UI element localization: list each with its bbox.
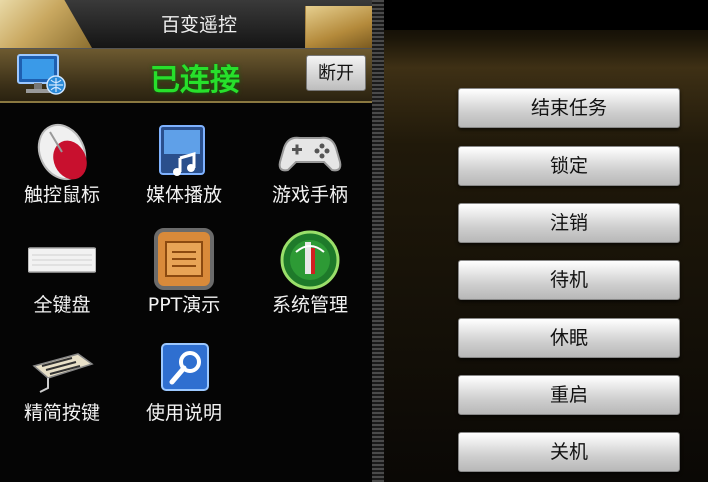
app-title: 百变遥控	[160, 14, 237, 36]
disconnect-button[interactable]: 断开	[306, 55, 366, 91]
standby-button[interactable]: 待机	[458, 260, 680, 300]
tile-ppt-presentation[interactable]: PPT演示	[124, 222, 244, 340]
tile-label: 触控鼠标	[23, 184, 100, 206]
gamepad-icon	[278, 136, 342, 172]
title-decoration-right	[305, 6, 372, 48]
help-search-icon	[161, 343, 209, 391]
title-decoration-left	[0, 0, 92, 48]
connection-status-bar: 已连接 断开	[0, 49, 372, 103]
media-player-icon	[159, 125, 205, 176]
tile-label: 全键盘	[33, 294, 91, 316]
panel-divider	[372, 0, 384, 482]
system-gauge-icon	[280, 230, 340, 290]
keyboard-icon	[28, 247, 96, 273]
tile-simple-keys[interactable]: 精简按键	[2, 330, 122, 448]
tile-label: 媒体播放	[145, 184, 222, 206]
top-strip	[384, 0, 708, 30]
tile-full-keyboard[interactable]: 全键盘	[2, 222, 122, 340]
tile-system-management[interactable]: 系统管理	[250, 222, 370, 340]
presentation-icon	[154, 228, 214, 290]
tile-gamepad[interactable]: 游戏手柄	[250, 112, 370, 230]
connection-status: 已连接	[150, 63, 240, 98]
tile-label: 使用说明	[145, 402, 222, 424]
lock-button[interactable]: 锁定	[458, 146, 680, 186]
title-bar: 百变遥控	[0, 0, 372, 49]
simple-keys-icon	[32, 353, 94, 393]
monitor-icon	[17, 54, 66, 95]
tile-label: PPT演示	[147, 294, 221, 316]
end-task-button[interactable]: 结束任务	[458, 88, 680, 128]
remote-menu-panel: 百变遥控 已连接 断开 触控鼠标 媒体播放 游戏手柄 全键盘 PPT演示 系统管…	[0, 0, 372, 482]
tile-touch-mouse[interactable]: 触控鼠标	[2, 112, 122, 230]
tile-user-guide[interactable]: 使用说明	[124, 330, 244, 448]
logoff-button[interactable]: 注销	[458, 203, 680, 243]
tile-label: 游戏手柄	[271, 184, 348, 206]
power-command-panel: 结束任务 锁定 注销 待机 休眠 重启 关机	[384, 0, 708, 482]
tile-label: 精简按键	[23, 402, 100, 424]
mouse-icon	[37, 123, 87, 181]
hibernate-button[interactable]: 休眠	[458, 318, 680, 358]
tile-label: 系统管理	[271, 294, 348, 316]
restart-button[interactable]: 重启	[458, 375, 680, 415]
shutdown-button[interactable]: 关机	[458, 432, 680, 472]
tile-media-player[interactable]: 媒体播放	[124, 112, 244, 230]
